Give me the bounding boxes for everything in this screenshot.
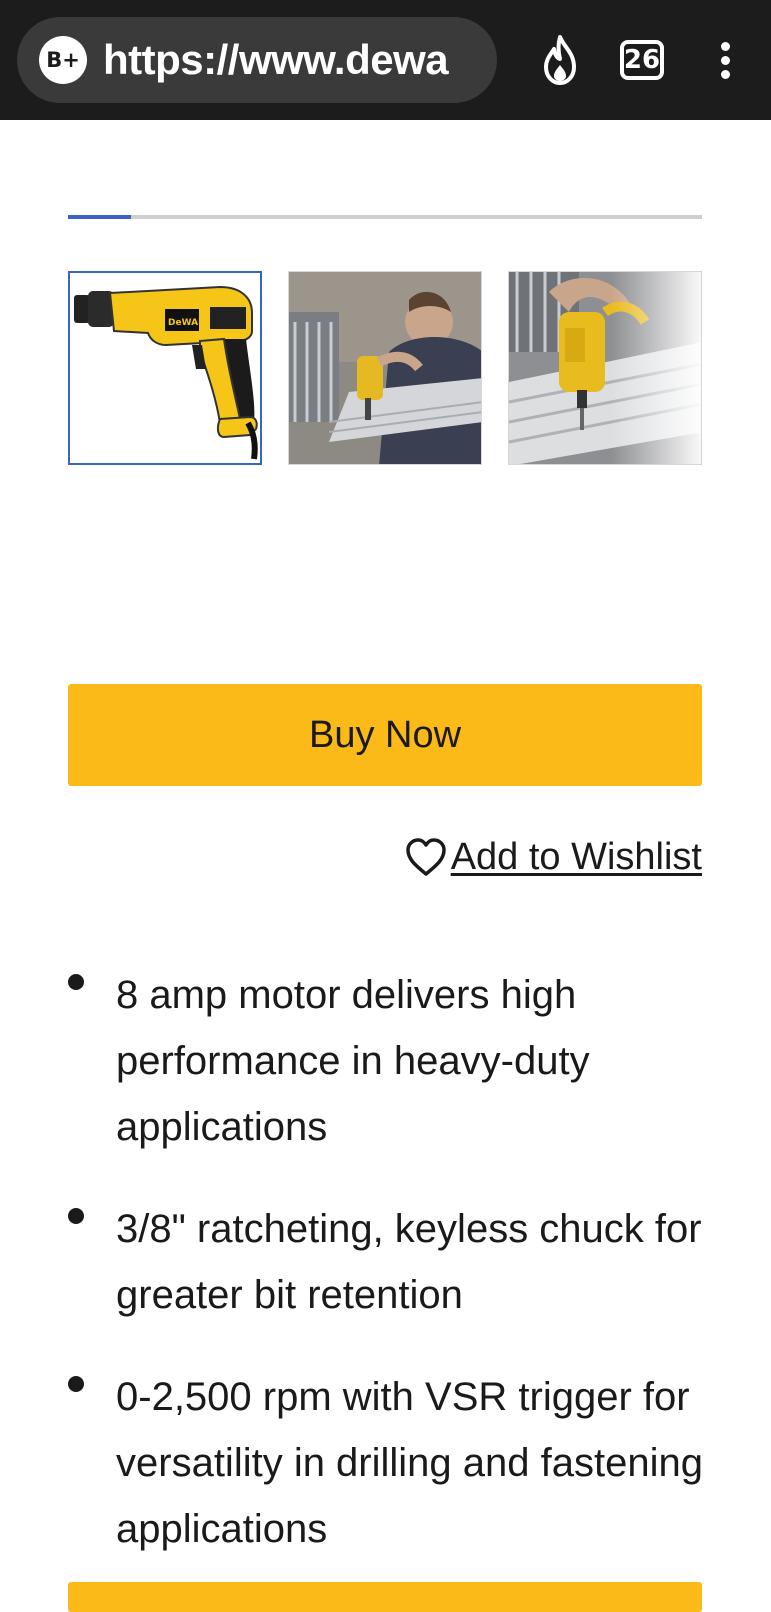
add-to-wishlist-link[interactable]: Add to Wishlist <box>405 832 702 882</box>
bullet-icon <box>68 1208 84 1224</box>
carousel-progress <box>68 215 702 219</box>
drill-closeup-thumbnail[interactable] <box>508 271 702 465</box>
list-item: 3/8" ratcheting, keyless chuck for great… <box>68 1196 708 1328</box>
feature-text: 8 amp motor delivers high performance in… <box>116 973 590 1149</box>
next-action-button-partial[interactable] <box>68 1582 702 1612</box>
site-info-icon[interactable]: B+ <box>39 36 87 84</box>
list-item: 8 amp motor delivers high performance in… <box>68 962 708 1160</box>
url-text[interactable]: https://www.dewa <box>103 36 449 84</box>
heart-icon <box>405 838 446 876</box>
drill-in-use-thumbnail[interactable] <box>288 271 482 465</box>
carousel-progress-fill <box>68 215 132 219</box>
feature-text: 0-2,500 rpm with VSR trigger for versati… <box>116 1375 703 1551</box>
svg-text:DeWALT: DeWALT <box>168 318 209 328</box>
bullet-icon <box>68 1376 84 1392</box>
drill-product-thumbnail[interactable]: DeWALT <box>68 271 262 465</box>
address-bar[interactable]: B+ https://www.dewa <box>17 17 497 103</box>
browser-toolbar: B+ https://www.dewa 26 <box>0 0 771 120</box>
bullet-icon <box>68 974 84 990</box>
buy-now-button[interactable]: Buy Now <box>68 684 702 786</box>
wishlist-label[interactable]: Add to Wishlist <box>451 836 702 879</box>
feature-list: 8 amp motor delivers high performance in… <box>68 962 708 1598</box>
feature-text: 3/8" ratcheting, keyless chuck for great… <box>116 1207 702 1317</box>
list-item: 0-2,500 rpm with VSR trigger for versati… <box>68 1364 708 1562</box>
tabs-icon[interactable]: 26 <box>620 40 664 80</box>
more-menu-icon[interactable] <box>710 30 740 90</box>
flame-icon[interactable] <box>535 30 585 90</box>
